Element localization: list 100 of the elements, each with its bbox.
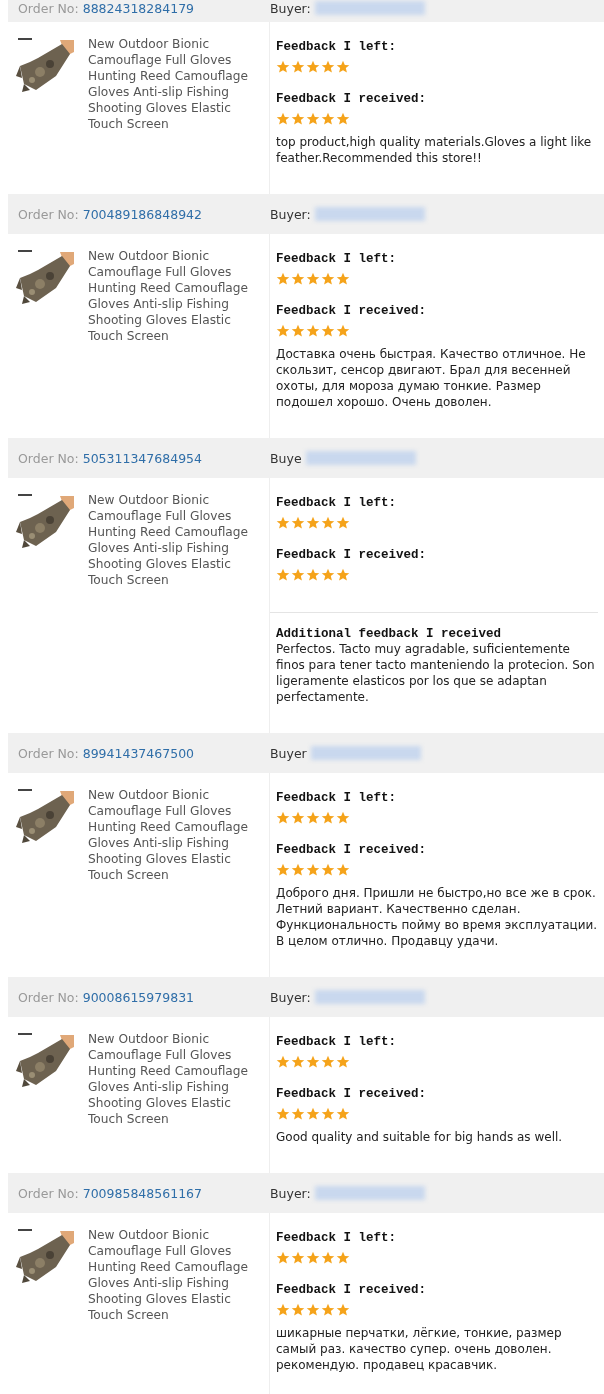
order-number[interactable]: 700489186848942: [82, 206, 202, 222]
star-icon: [276, 568, 290, 582]
star-icon: [336, 568, 350, 582]
product-title[interactable]: New Outdoor Bionic Camouflage Full Gloves Hunting Reed Camouflage Gloves Anti-slip Fishing Shooting Gloves Elastic Touch Screen: [88, 1031, 258, 1159]
order-label: Order No:: [18, 0, 79, 16]
feedback-left-label: Feedback I left:: [276, 40, 398, 54]
feedback-comment: top product,high quality materials.Gloves a light like feather.Recommended this store!!: [276, 134, 593, 166]
feedback-left-label: Feedback I left:: [276, 791, 398, 805]
feedback-received-label: Feedback I received:: [276, 548, 428, 562]
star-icon: [336, 272, 350, 286]
star-icon: [306, 1107, 320, 1121]
star-icon: [321, 1107, 335, 1121]
star-icon: [306, 568, 320, 582]
star-icon: [306, 324, 320, 338]
star-icon: [336, 811, 350, 825]
star-icon: [291, 1055, 305, 1069]
star-icon: [276, 811, 290, 825]
star-icon: [291, 112, 305, 126]
feedback-left-label: Feedback I left:: [276, 1035, 398, 1049]
star-icon: [291, 60, 305, 74]
feedback-left-label: Feedback I left:: [276, 1231, 398, 1245]
product-title[interactable]: New Outdoor Bionic Camouflage Full Gloves Hunting Reed Camouflage Gloves Anti-slip Fishing Shooting Gloves Elastic Touch Screen: [88, 36, 258, 180]
feedback-left-label: Feedback I left:: [276, 496, 398, 510]
feedback-comment: Доставка очень быстрая. Качество отличное. Не скользит, сенсор двигают. Брал для весенней охоты, для мороза думаю тонкие. Размер подошел хорошо. Очень доволен.: [276, 346, 587, 410]
star-icon: [291, 272, 305, 286]
feedback-received-label: Feedback I received:: [276, 304, 428, 318]
order-number[interactable]: 88824318284179: [82, 0, 195, 16]
star-icon: [336, 863, 350, 877]
buyer-label: Buyer:: [270, 989, 311, 1005]
star-icon: [321, 1055, 335, 1069]
additional-feedback-comment: Perfectos. Tacto muy agradable, suficientemente finos para tener tacto manteniendo la protecion. Son ligeramente elasticos por los que se adaptan perfectamente.: [276, 641, 596, 705]
star-icon: [321, 811, 335, 825]
order-label: Order No:: [18, 450, 79, 466]
star-icon: [306, 1251, 320, 1265]
star-icon: [291, 568, 305, 582]
star-icon: [321, 863, 335, 877]
star-icon: [321, 1303, 335, 1317]
buyer-label: Buyer:: [270, 0, 311, 16]
star-icon: [306, 272, 320, 286]
feedback-received-label: Feedback I received:: [276, 1087, 428, 1101]
order-number[interactable]: 700985848561167: [82, 1185, 202, 1201]
star-icon: [291, 811, 305, 825]
feedback-comment: шикарные перчатки, лёгкие, тонкие, размер самый раз. качество супер. очень доволен. рекомендую. продавец красавчик.: [276, 1325, 563, 1373]
star-icon: [336, 112, 350, 126]
buyer-label: Buyer:: [270, 1185, 311, 1201]
star-icon: [291, 1107, 305, 1121]
order-label: Order No:: [18, 989, 79, 1005]
star-icon: [321, 324, 335, 338]
feedback-received-label: Feedback I received:: [276, 1283, 428, 1297]
star-icon: [336, 1303, 350, 1317]
star-icon: [276, 272, 290, 286]
star-icon: [306, 863, 320, 877]
star-icon: [306, 811, 320, 825]
star-icon: [306, 112, 320, 126]
order-label: Order No:: [18, 206, 79, 222]
order-label: Order No:: [18, 745, 79, 761]
star-icon: [336, 324, 350, 338]
star-icon: [336, 1107, 350, 1121]
product-title[interactable]: New Outdoor Bionic Camouflage Full Gloves Hunting Reed Camouflage Gloves Anti-slip Fishing Shooting Gloves Elastic Touch Screen: [88, 248, 258, 424]
star-icon: [276, 863, 290, 877]
star-icon: [336, 1055, 350, 1069]
order-number[interactable]: 90008615979831: [82, 989, 195, 1005]
order-number[interactable]: 89941437467500: [82, 745, 195, 761]
star-icon: [276, 112, 290, 126]
feedback-received-label: Feedback I received:: [276, 92, 428, 106]
star-icon: [321, 272, 335, 286]
feedback-comment: Good quality and suitable for big hands as well.: [276, 1129, 564, 1145]
star-icon: [321, 112, 335, 126]
star-icon: [291, 1251, 305, 1265]
star-icon: [291, 1303, 305, 1317]
feedback-received-label: Feedback I received:: [276, 843, 428, 857]
product-title[interactable]: New Outdoor Bionic Camouflage Full Gloves Hunting Reed Camouflage Gloves Anti-slip Fishing Shooting Gloves Elastic Touch Screen: [88, 1227, 258, 1387]
star-icon: [336, 516, 350, 530]
star-icon: [276, 1107, 290, 1121]
star-icon: [276, 324, 290, 338]
star-icon: [276, 1251, 290, 1265]
feedback-left-label: Feedback I left:: [276, 252, 398, 266]
buyer-label: Buyer: [270, 745, 307, 761]
order-number[interactable]: 505311347684954: [82, 450, 202, 466]
star-icon: [306, 1055, 320, 1069]
feedback-comment: Доброго дня. Пришли не быстро,но все же в срок. Летний вариант. Качественно сделан. Функциональность пойму во время эксплуатации. В целом отлично. Продавцу удачи.: [276, 885, 598, 949]
additional-feedback-label: Additional feedback I received: [276, 627, 503, 641]
star-icon: [336, 1251, 350, 1265]
star-icon: [276, 1303, 290, 1317]
buyer-label: Buyer:: [270, 206, 311, 222]
buyer-label: Buye: [270, 450, 302, 466]
star-icon: [291, 516, 305, 530]
star-icon: [291, 324, 305, 338]
star-icon: [306, 516, 320, 530]
star-icon: [306, 1303, 320, 1317]
star-icon: [321, 1251, 335, 1265]
star-icon: [321, 60, 335, 74]
star-icon: [276, 1055, 290, 1069]
star-icon: [276, 60, 290, 74]
order-label: Order No:: [18, 1185, 79, 1201]
product-title[interactable]: New Outdoor Bionic Camouflage Full Gloves Hunting Reed Camouflage Gloves Anti-slip Fishing Shooting Gloves Elastic Touch Screen: [88, 787, 258, 963]
star-icon: [321, 516, 335, 530]
star-icon: [291, 863, 305, 877]
star-icon: [276, 516, 290, 530]
product-title[interactable]: New Outdoor Bionic Camouflage Full Gloves Hunting Reed Camouflage Gloves Anti-slip Fishing Shooting Gloves Elastic Touch Screen: [88, 492, 258, 719]
